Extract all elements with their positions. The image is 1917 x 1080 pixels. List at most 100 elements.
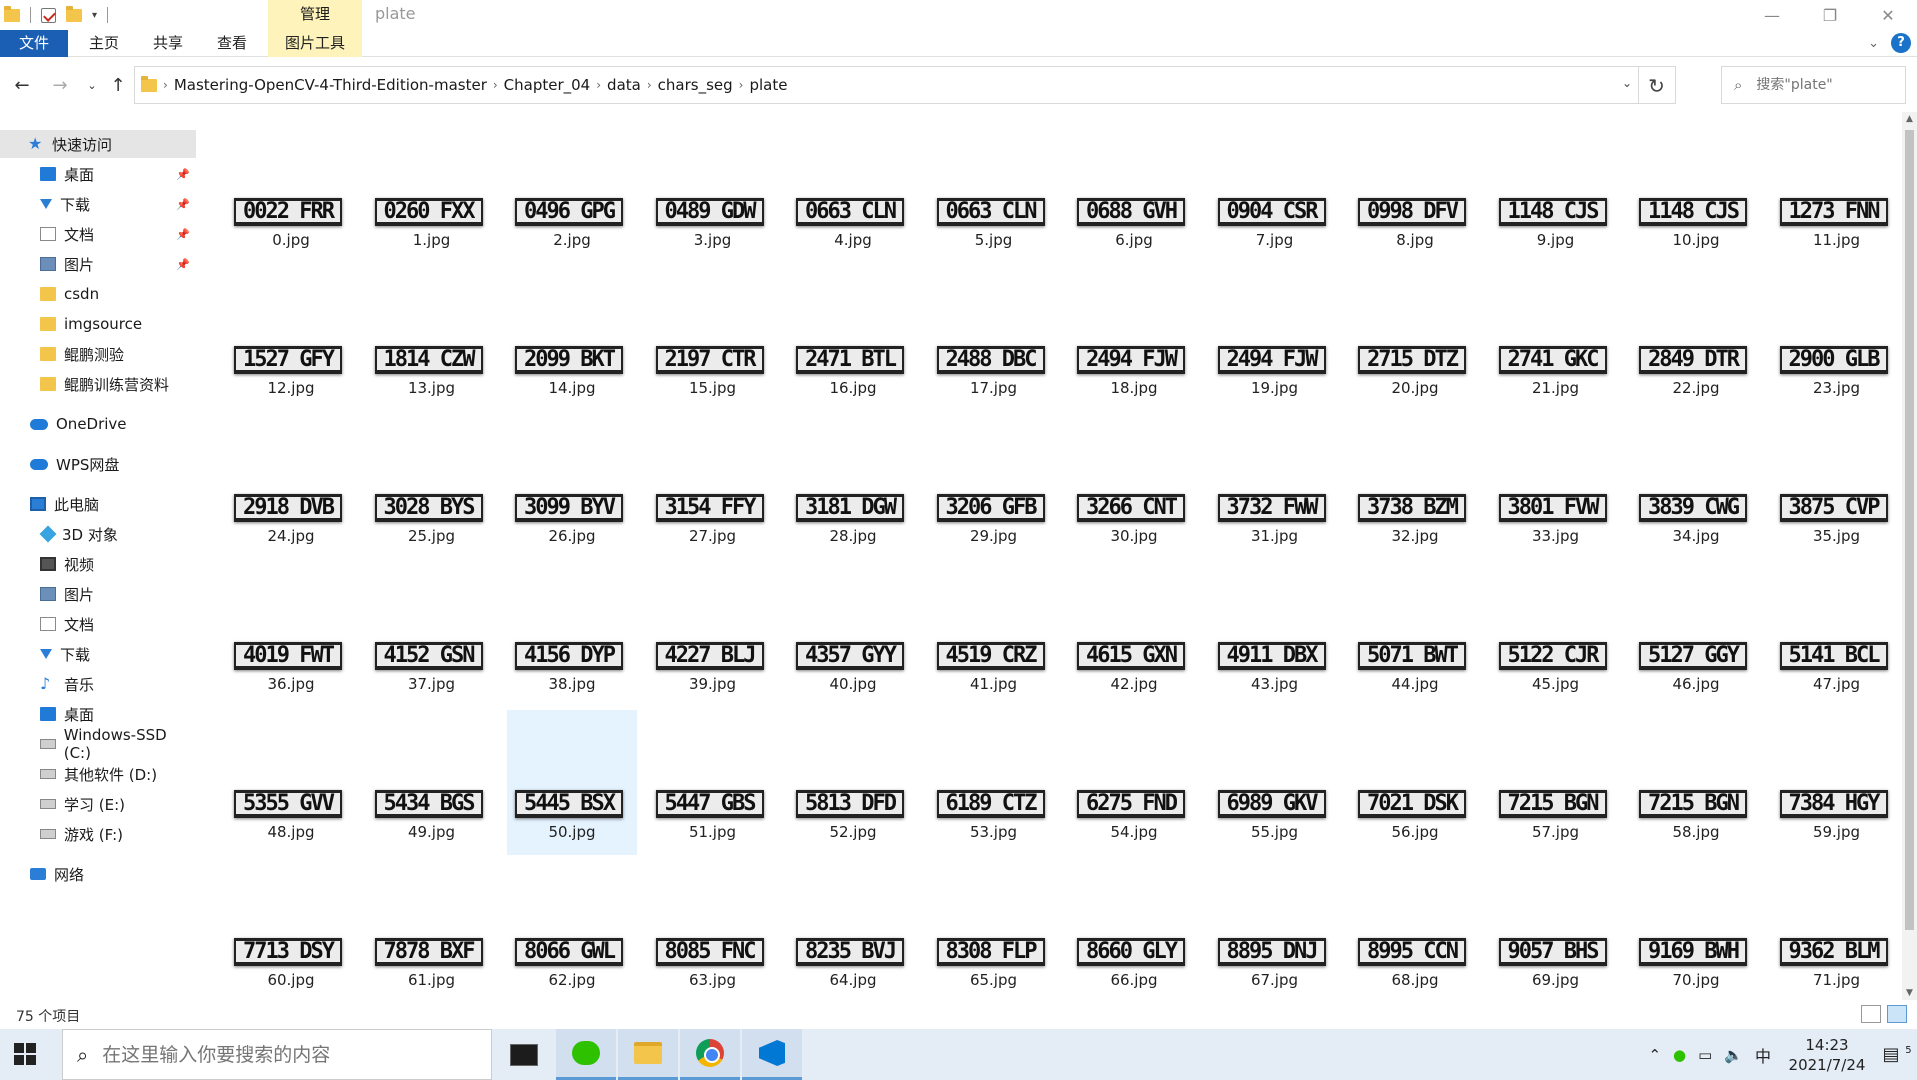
address-bar[interactable]: › Mastering-OpenCV-4-Third-Edition-maste… [134,66,1639,104]
tab-file[interactable]: 文件 [0,30,68,57]
taskbar-app-terminal[interactable] [494,1029,554,1080]
file-tile[interactable]: 0904 CSR 7.jpg [1210,128,1340,263]
file-tile[interactable]: 7215 BGN 57.jpg [1491,710,1621,855]
clock[interactable]: 14:23 2021/7/24 [1777,1035,1877,1075]
breadcrumb-item[interactable]: plate [743,76,793,94]
file-tile[interactable]: 3206 GFB 29.jpg [929,414,1059,559]
search-input[interactable] [1756,77,1877,93]
file-tile[interactable]: 5813 DFD 52.jpg [788,710,918,855]
close-button[interactable]: ✕ [1859,0,1917,30]
taskbar-app-vscode[interactable] [742,1029,802,1080]
file-tile[interactable]: 5355 GVV 48.jpg [226,710,356,855]
file-tile[interactable]: 6989 GKV 55.jpg [1210,710,1340,855]
sidebar-item-music[interactable]: ♪ 音乐 [0,670,196,698]
file-tile[interactable]: 4615 GXN 42.jpg [1069,562,1199,707]
expand-ribbon-icon[interactable]: ⌄ [1868,36,1879,51]
file-tile[interactable]: 3028 BYS 25.jpg [367,414,497,559]
file-tile[interactable]: 5071 BWT 44.jpg [1350,562,1480,707]
file-tile[interactable]: 8235 BVJ 64.jpg [788,858,918,1000]
file-tile[interactable]: 2918 DVB 24.jpg [226,414,356,559]
sidebar-item-quick-access[interactable]: ★ 快速访问 [0,130,196,158]
chevron-up-icon[interactable]: ⌃ [1648,1046,1661,1064]
file-tile[interactable]: 5122 CJR 45.jpg [1491,562,1621,707]
breadcrumb-item[interactable]: Mastering-OpenCV-4-Third-Edition-master [168,76,493,94]
file-tile[interactable]: 6275 FND 54.jpg [1069,710,1199,855]
ime-indicator[interactable]: 中 [1755,1043,1771,1067]
customize-toolbar-icon[interactable]: ▾ [92,10,97,21]
network-tray-icon[interactable]: ▭ [1698,1046,1712,1064]
file-tile[interactable]: 0496 GPG 2.jpg [507,128,637,263]
help-icon[interactable]: ? [1891,33,1911,53]
sidebar-item-kunpeng-test[interactable]: 鲲鹏测验 [0,340,196,368]
maximize-button[interactable]: ❐ [1801,0,1859,30]
file-tile[interactable]: 2471 BTL 16.jpg [788,266,918,411]
file-tile[interactable]: 6189 CTZ 53.jpg [929,710,1059,855]
vertical-scrollbar[interactable]: ▲ ▼ [1902,112,1917,1000]
file-tile[interactable]: 1527 GFY 12.jpg [226,266,356,411]
details-view-button[interactable] [1861,1005,1881,1023]
file-tile[interactable]: 3181 DGW 28.jpg [788,414,918,559]
file-tile[interactable]: 1148 CJS 9.jpg [1491,128,1621,263]
new-folder-icon[interactable] [66,5,82,22]
sidebar-item-csdn[interactable]: csdn [0,280,196,308]
file-tile[interactable]: 7215 BGN 58.jpg [1631,710,1761,855]
file-tile[interactable]: 3732 FWW 31.jpg [1210,414,1340,559]
file-tile[interactable]: 5447 GBS 51.jpg [648,710,778,855]
file-tile[interactable]: 3801 FVW 33.jpg [1491,414,1621,559]
refresh-button[interactable]: ↻ [1638,66,1676,104]
file-tile[interactable]: 2741 GKC 21.jpg [1491,266,1621,411]
scroll-up-icon[interactable]: ▲ [1904,114,1915,124]
notification-center-button[interactable]: ▤ 5 [1877,1044,1917,1065]
sidebar-item-desktop-pc[interactable]: 桌面 [0,700,196,728]
tab-picture-tools[interactable]: 图片工具 [268,30,362,57]
sidebar-item-drive-e[interactable]: 学习 (E:) [0,790,196,818]
file-tile[interactable]: 4156 DYP 38.jpg [507,562,637,707]
sidebar-item-pictures-pc[interactable]: 图片 [0,580,196,608]
properties-icon[interactable] [41,7,56,23]
file-tile[interactable]: 0688 GVH 6.jpg [1069,128,1199,263]
file-tile[interactable]: 2197 CTR 15.jpg [648,266,778,411]
sidebar-item-imgsource[interactable]: imgsource [0,310,196,338]
taskbar-app-chrome[interactable] [680,1029,740,1080]
file-tile[interactable]: 0260 FXX 1.jpg [367,128,497,263]
back-button[interactable]: ← [10,74,34,98]
file-tile[interactable]: 2715 DTZ 20.jpg [1350,266,1480,411]
sidebar-item-downloads[interactable]: 下载 📌 [0,190,196,218]
file-tile[interactable]: 8895 DNJ 67.jpg [1210,858,1340,1000]
volume-icon[interactable]: 🔈 [1724,1046,1743,1064]
file-tile[interactable]: 3839 CWG 34.jpg [1631,414,1761,559]
file-tile[interactable]: 0998 DFV 8.jpg [1350,128,1480,263]
file-tile[interactable]: 7713 DSY 60.jpg [226,858,356,1000]
file-tile[interactable]: 3875 CVP 35.jpg [1772,414,1902,559]
file-tile[interactable]: 4519 CRZ 41.jpg [929,562,1059,707]
breadcrumb-item[interactable]: Chapter_04 [498,76,597,94]
file-tile[interactable]: 8995 CCN 68.jpg [1350,858,1480,1000]
taskbar-search-input[interactable] [102,1043,483,1066]
file-tile[interactable]: 4227 BLJ 39.jpg [648,562,778,707]
file-tile[interactable]: 3266 CNT 30.jpg [1069,414,1199,559]
minimize-button[interactable]: — [1743,0,1801,30]
file-tile[interactable]: 9169 BWH 70.jpg [1631,858,1761,1000]
scrollbar-thumb[interactable] [1905,130,1914,930]
file-tile[interactable]: 2900 GLB 23.jpg [1772,266,1902,411]
sidebar-item-drive-f[interactable]: 游戏 (F:) [0,820,196,848]
sidebar-item-downloads-pc[interactable]: 下载 [0,640,196,668]
chevron-down-icon[interactable]: ⌄ [1622,76,1632,90]
file-tile[interactable]: 4357 GYY 40.jpg [788,562,918,707]
file-tile[interactable]: 9057 BHS 69.jpg [1491,858,1621,1000]
file-tile[interactable]: 8066 GWL 62.jpg [507,858,637,1000]
file-tile[interactable]: 4911 DBX 43.jpg [1210,562,1340,707]
recent-locations-button[interactable]: ⌄ [80,74,104,98]
file-tile[interactable]: 2488 DBC 17.jpg [929,266,1059,411]
sidebar-item-onedrive[interactable]: OneDrive [0,410,196,438]
file-tile[interactable]: 2849 DTR 22.jpg [1631,266,1761,411]
file-tile[interactable]: 2099 BKT 14.jpg [507,266,637,411]
file-tile[interactable]: 9362 BLM 71.jpg [1772,858,1902,1000]
file-tile[interactable]: 0663 CLN 4.jpg [788,128,918,263]
sidebar-item-documents[interactable]: 文档 📌 [0,220,196,248]
file-tile[interactable]: 5445 BSX 50.jpg [507,710,637,855]
search-box[interactable]: ⌕ [1721,66,1906,104]
file-tile[interactable]: 0663 CLN 5.jpg [929,128,1059,263]
file-tile[interactable]: 3738 BZM 32.jpg [1350,414,1480,559]
wechat-tray-icon[interactable]: ● [1673,1046,1686,1064]
